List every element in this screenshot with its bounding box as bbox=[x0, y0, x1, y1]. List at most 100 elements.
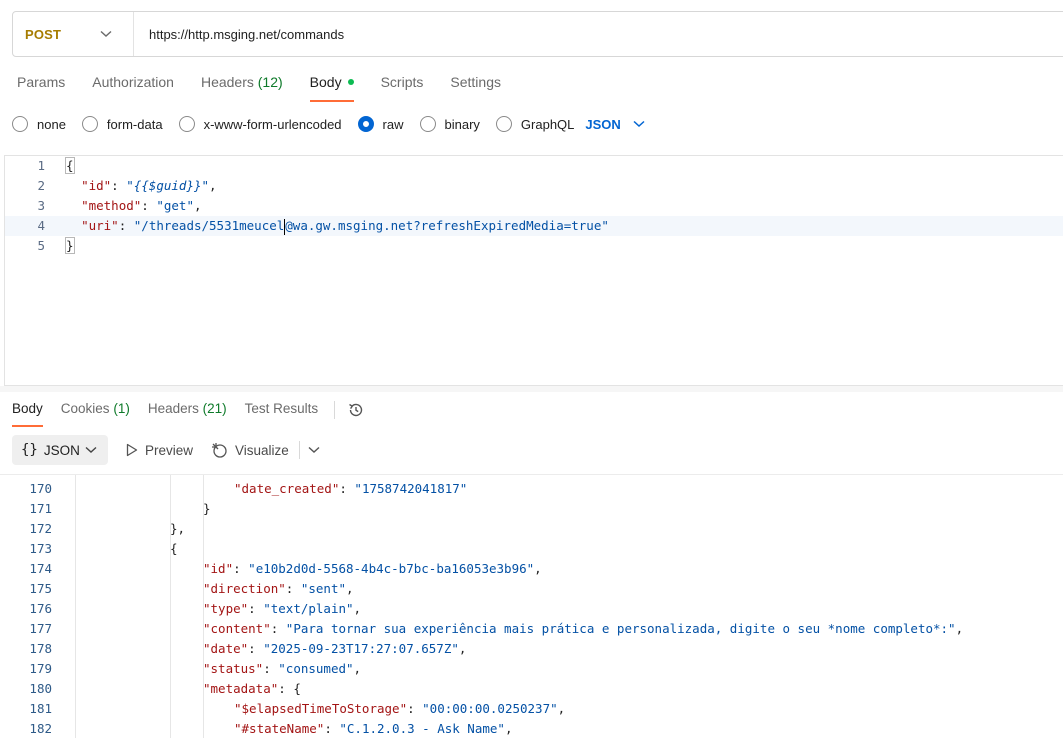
open-brace: { bbox=[65, 157, 75, 174]
radio-button[interactable] bbox=[12, 116, 28, 132]
json-comma: , bbox=[955, 621, 964, 636]
json-value: @wa.gw.msging.net?refreshExpiredMedia=tr… bbox=[285, 218, 609, 233]
response-tab-body[interactable]: Body bbox=[12, 401, 43, 427]
response-body-viewer[interactable]: " 170 "date_created": "1758742041817" 171}… bbox=[0, 474, 1063, 738]
radio-button[interactable] bbox=[495, 116, 512, 132]
pane-divider[interactable] bbox=[0, 386, 1063, 392]
body-mode-form-data[interactable]: form-data bbox=[81, 116, 163, 132]
body-mode-label: form-data bbox=[106, 116, 163, 132]
radio-button[interactable] bbox=[81, 116, 98, 132]
json-value: "2025-09-23T17:27:07.657Z" bbox=[263, 641, 459, 656]
tab-settings[interactable]: Settings bbox=[450, 74, 501, 102]
line-code: { bbox=[65, 156, 75, 176]
response-line: 179 "status": "consumed", bbox=[0, 659, 1063, 679]
response-line: 172}, bbox=[0, 519, 1063, 539]
tab-label: Test Results bbox=[244, 401, 319, 416]
response-tab-test-results[interactable]: Test Results bbox=[245, 401, 319, 427]
tab-params[interactable]: Params bbox=[17, 74, 65, 102]
json-value: "sent" bbox=[300, 581, 347, 596]
json-comma: , bbox=[209, 178, 217, 193]
body-mode-x-www-form-urlencoded[interactable]: x-www-form-urlencoded bbox=[178, 116, 342, 132]
radio-button[interactable] bbox=[419, 116, 436, 132]
json-comma: , bbox=[193, 198, 202, 213]
body-mode-none[interactable]: none bbox=[12, 116, 66, 132]
body-mode-label: x-www-form-urlencoded bbox=[203, 116, 342, 132]
json-key: "direction" bbox=[203, 581, 286, 596]
json-key: "id" bbox=[203, 561, 234, 576]
response-toolbar: {} JSON Preview Visualize bbox=[12, 435, 320, 465]
json-key: "date_created" bbox=[234, 481, 340, 496]
line-code: } bbox=[203, 499, 211, 519]
history-icon[interactable] bbox=[347, 401, 365, 419]
json-colon: : bbox=[118, 218, 134, 233]
method-select[interactable]: POST bbox=[13, 12, 134, 56]
chevron-down-icon[interactable] bbox=[308, 446, 320, 454]
tab-label: Body bbox=[309, 74, 342, 90]
tab-count: (21) bbox=[202, 401, 227, 416]
line-code: "type": "text/plain", bbox=[203, 599, 361, 619]
response-line: 181 "$elapsedTimeToStorage": "00:00:00.02… bbox=[0, 699, 1063, 719]
radio-button[interactable] bbox=[178, 116, 195, 132]
line-number: 174 bbox=[29, 561, 52, 576]
json-comma: , bbox=[346, 581, 354, 596]
response-line: 174 "id": "e10b2d0d-5568-4b4c-b7bc-ba1605… bbox=[0, 559, 1063, 579]
line-code: "id": "e10b2d0d-5568-4b4c-b7bc-ba16053e3… bbox=[203, 559, 542, 579]
line-code: "uri": "/threads/5531meucel@wa.gw.msging… bbox=[66, 216, 609, 236]
json-comma: , bbox=[534, 561, 542, 576]
line-code: "#stateName": "C.1.2.0.3 - Ask Name", bbox=[234, 719, 512, 738]
line-number: 177 bbox=[29, 621, 52, 636]
tab-headers[interactable]: Headers (12) bbox=[201, 74, 283, 102]
json-value: "text/plain" bbox=[263, 601, 354, 616]
visualize-button[interactable]: Visualize bbox=[211, 442, 289, 459]
json-value: "/threads/5531meucel bbox=[133, 218, 285, 233]
request-tabs: Params Authorization Headers (12) Body Scrip… bbox=[17, 74, 528, 104]
response-tab-headers[interactable]: Headers (21) bbox=[148, 401, 227, 427]
response-tab-cookies[interactable]: Cookies (1) bbox=[61, 401, 130, 427]
tab-label: Cookies bbox=[60, 401, 110, 416]
modified-dot-icon bbox=[347, 79, 354, 86]
response-format-select[interactable]: {} JSON bbox=[12, 435, 108, 465]
tab-label: Scripts bbox=[380, 74, 424, 90]
json-value: "{{$guid}}" bbox=[126, 178, 210, 193]
json-comma: , bbox=[353, 601, 362, 616]
line-number: 171 bbox=[29, 501, 52, 516]
line-code: "content": "Para tornar sua experiência … bbox=[203, 619, 963, 639]
toolbar-separator bbox=[298, 441, 300, 459]
tab-scripts[interactable]: Scripts bbox=[381, 74, 424, 102]
response-format-label: JSON bbox=[43, 442, 80, 458]
tab-count: (1) bbox=[113, 401, 130, 416]
tab-authorization[interactable]: Authorization bbox=[92, 74, 174, 102]
body-format-select[interactable]: JSON bbox=[585, 116, 645, 132]
json-value: "e10b2d0d-5568-4b4c-b7bc-ba16053e3b96" bbox=[248, 561, 535, 576]
line-code: "$elapsedTimeToStorage": "00:00:00.02502… bbox=[234, 699, 565, 719]
response-line: 175 "direction": "sent", bbox=[0, 579, 1063, 599]
line-code: "date_created": "1758742041817" bbox=[234, 479, 467, 499]
visualize-label: Visualize bbox=[235, 442, 289, 458]
preview-label: Preview bbox=[145, 442, 194, 458]
tab-body[interactable]: Body bbox=[309, 74, 354, 102]
body-mode-graphql[interactable]: GraphQL bbox=[495, 116, 575, 132]
body-mode-raw[interactable]: raw bbox=[357, 116, 404, 132]
json-value: { bbox=[293, 681, 301, 696]
close-brace: } bbox=[65, 237, 75, 254]
line-number: 5 bbox=[37, 238, 45, 253]
preview-button[interactable]: Preview bbox=[126, 443, 193, 458]
json-value: "C.1.2.0.3 - Ask Name" bbox=[339, 721, 505, 736]
body-mode-label: raw bbox=[382, 116, 404, 132]
line-code: { bbox=[170, 539, 178, 559]
tab-label: Settings bbox=[450, 74, 501, 90]
body-mode-binary[interactable]: binary bbox=[419, 116, 480, 132]
request-body-editor[interactable]: 1{2 "id": "{{$guid}}", 3 "method": "get",… bbox=[4, 155, 1063, 386]
braces-icon: {} bbox=[21, 442, 38, 458]
json-punct: { bbox=[170, 541, 178, 556]
json-key: "metadata" bbox=[203, 681, 279, 696]
url-input[interactable]: https://http.msging.net/commands bbox=[134, 27, 344, 42]
response-line: 178 "date": "2025-09-23T17:27:07.657Z", bbox=[0, 639, 1063, 659]
body-mode-label: GraphQL bbox=[520, 116, 575, 132]
json-colon: : bbox=[278, 681, 294, 696]
body-format-label: JSON bbox=[585, 116, 621, 132]
response-line: 173 { bbox=[0, 539, 1063, 559]
radio-button[interactable] bbox=[357, 116, 374, 132]
response-line: 177 "content": "Para tornar sua experiênc… bbox=[0, 619, 1063, 639]
json-colon: : bbox=[111, 178, 127, 193]
